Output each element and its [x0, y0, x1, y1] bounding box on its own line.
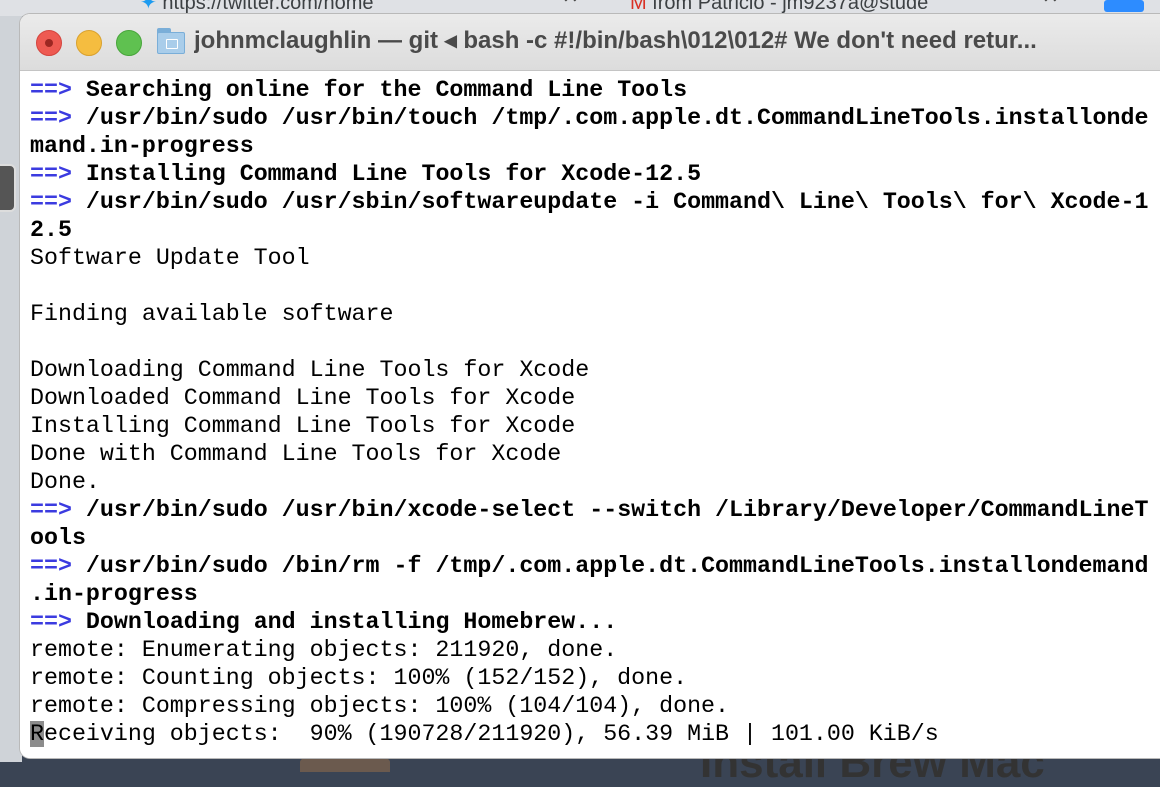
output-line: remote: Compressing objects: 100% (104/1… — [30, 692, 1160, 720]
output-line: Finding available software — [30, 300, 1160, 328]
line-text: Finding available software — [30, 301, 394, 327]
line-text: remote: Enumerating objects: 211920, don… — [30, 637, 618, 663]
line-text: Installing Command Line Tools for Xcode — [30, 413, 576, 439]
line-text: /usr/bin/sudo /bin/rm -f /tmp/.com.apple… — [71, 553, 1149, 579]
prompt-arrow: ==> — [30, 105, 72, 131]
background-control — [0, 164, 16, 212]
line-text: Done with Command Line Tools for Xcode — [30, 441, 562, 467]
output-line: mand.in-progress — [30, 132, 1160, 160]
prompt-arrow: ==> — [30, 161, 72, 187]
line-text: eceiving objects: 90% (190728/211920), 5… — [43, 721, 939, 747]
command-line: ==> Searching online for the Command Lin… — [30, 76, 1160, 104]
minimize-window-button[interactable] — [76, 30, 102, 56]
terminal-output[interactable]: ==> Searching online for the Command Lin… — [20, 71, 1160, 758]
line-text: remote: Compressing objects: 100% (104/1… — [30, 693, 730, 719]
zoom-window-button[interactable] — [116, 30, 142, 56]
line-text: 2.5 — [30, 217, 72, 243]
line-text: Installing Command Line Tools for Xcode-… — [71, 161, 702, 187]
background-tab-title: from Patricio - jm9237a@stude — [652, 0, 929, 14]
gmail-icon: M — [630, 0, 653, 14]
output-line: Downloading Command Line Tools for Xcode — [30, 356, 1160, 384]
line-text: /usr/bin/sudo /usr/bin/xcode-select --sw… — [71, 497, 1149, 523]
line-text: remote: Counting objects: 100% (152/152)… — [30, 665, 688, 691]
line-text: ools — [30, 525, 86, 551]
line-text: Downloading Command Line Tools for Xcode — [30, 357, 590, 383]
line-text: mand.in-progress — [30, 133, 254, 159]
title-bar[interactable]: johnmclaughlin — git ◂ bash -c #!/bin/ba… — [20, 14, 1160, 71]
command-line: ==> /usr/bin/sudo /usr/bin/xcode-select … — [30, 496, 1160, 524]
command-line: ==> Installing Command Line Tools for Xc… — [30, 160, 1160, 188]
output-line: remote: Enumerating objects: 211920, don… — [30, 636, 1160, 664]
text-cursor: R — [30, 721, 44, 747]
command-line: ==> /usr/bin/sudo /bin/rm -f /tmp/.com.a… — [30, 552, 1160, 580]
line-text: Done. — [30, 469, 100, 495]
line-text: Downloading and installing Homebrew... — [71, 609, 618, 635]
line-text: .in-progress — [30, 581, 198, 607]
prompt-arrow: ==> — [30, 609, 72, 635]
line-text: Downloaded Command Line Tools for Xcode — [30, 385, 576, 411]
output-line: Receiving objects: 90% (190728/211920), … — [30, 720, 1160, 748]
prompt-arrow: ==> — [30, 497, 72, 523]
background-tab-title: https://twitter.com/home — [162, 0, 374, 14]
background-window-edge — [0, 16, 22, 762]
terminal-window: johnmclaughlin — git ◂ bash -c #!/bin/ba… — [20, 14, 1160, 758]
line-text: /usr/bin/sudo /usr/bin/touch /tmp/.com.a… — [71, 105, 1149, 131]
close-window-button[interactable] — [36, 30, 62, 56]
command-line: ==> /usr/bin/sudo /usr/bin/touch /tmp/.c… — [30, 104, 1160, 132]
command-line: ==> /usr/bin/sudo /usr/sbin/softwareupda… — [30, 188, 1160, 216]
window-title: johnmclaughlin — git ◂ bash -c #!/bin/ba… — [194, 27, 1037, 54]
home-folder-icon — [157, 28, 185, 54]
output-line: Done. — [30, 468, 1160, 496]
output-line: remote: Counting objects: 100% (152/152)… — [30, 664, 1160, 692]
output-line: Downloaded Command Line Tools for Xcode — [30, 384, 1160, 412]
line-text: Searching online for the Command Line To… — [71, 77, 688, 103]
output-line: Done with Command Line Tools for Xcode — [30, 440, 1160, 468]
line-text: Software Update Tool — [30, 245, 310, 271]
output-line: Software Update Tool — [30, 244, 1160, 272]
output-line: 2.5 — [30, 216, 1160, 244]
prompt-arrow: ==> — [30, 189, 72, 215]
prompt-arrow: ==> — [30, 553, 72, 579]
zoom-app-icon — [1104, 0, 1144, 12]
output-line: .in-progress — [30, 580, 1160, 608]
command-line: ==> Downloading and installing Homebrew.… — [30, 608, 1160, 636]
prompt-arrow: ==> — [30, 77, 72, 103]
output-line: ools — [30, 524, 1160, 552]
twitter-icon: ✦ — [140, 0, 163, 14]
line-text: /usr/bin/sudo /usr/sbin/softwareupdate -… — [71, 189, 1149, 215]
output-line: Installing Command Line Tools for Xcode — [30, 412, 1160, 440]
